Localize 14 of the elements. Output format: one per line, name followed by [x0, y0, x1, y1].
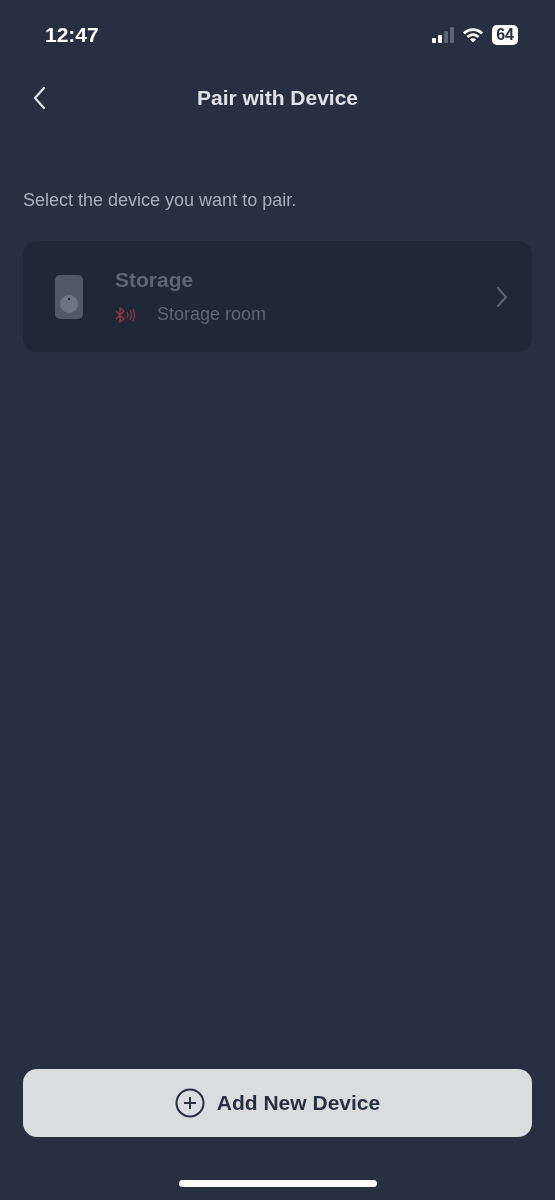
- add-device-button[interactable]: Add New Device: [23, 1069, 532, 1137]
- back-icon[interactable]: [33, 86, 47, 110]
- wifi-icon: [462, 27, 485, 43]
- device-location: Storage room: [157, 304, 267, 325]
- device-icon: [55, 274, 83, 319]
- plus-circle-icon: [174, 1088, 205, 1118]
- status-time: 12:47: [45, 23, 99, 47]
- bluetooth-icon: [115, 306, 135, 323]
- screen-title: Pair with Device: [196, 86, 359, 110]
- instruction-text: Select the device you want to pair.: [23, 190, 298, 211]
- chevron-right-icon: [496, 285, 508, 308]
- battery-icon: 64: [492, 25, 518, 45]
- device-name: Storage: [115, 268, 195, 292]
- signal-icon: [432, 27, 455, 43]
